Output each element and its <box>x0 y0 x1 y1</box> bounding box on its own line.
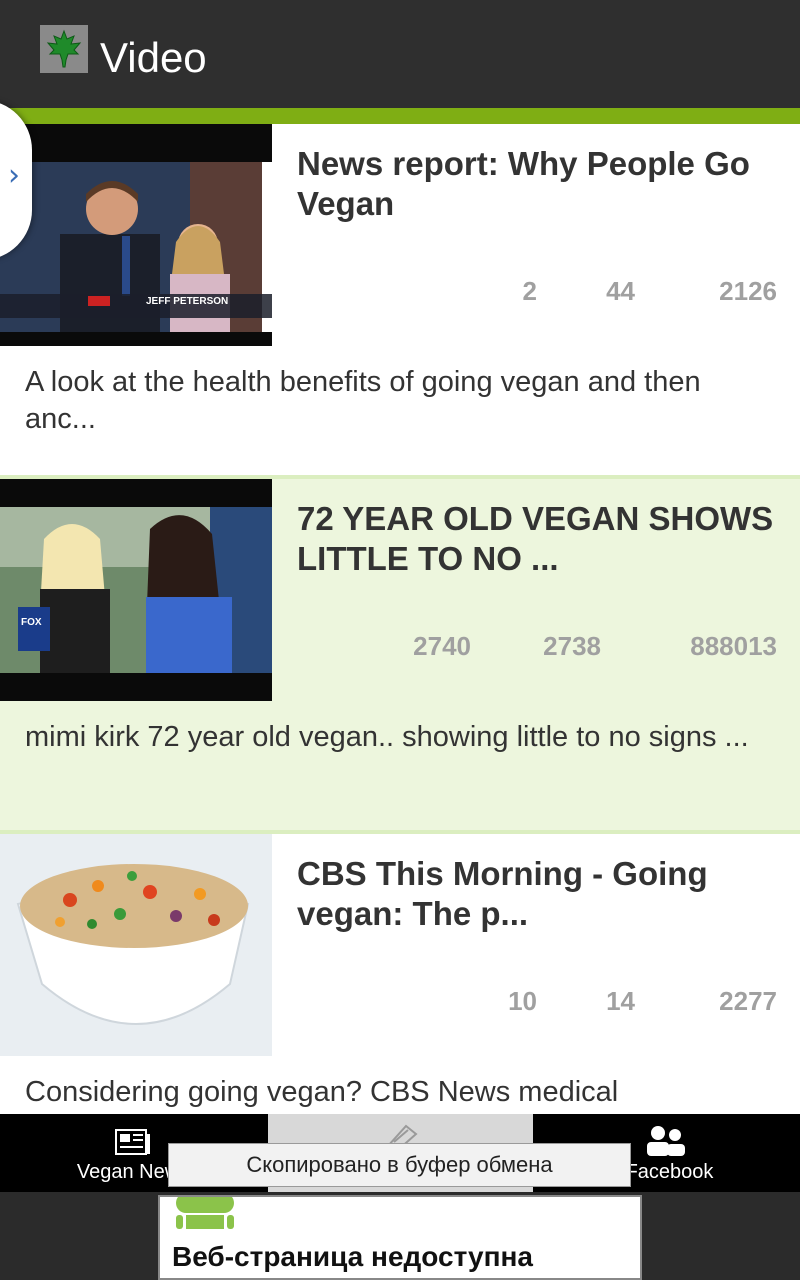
page-title: Video <box>100 34 207 81</box>
video-stats: 10 14 2277 <box>297 986 777 1026</box>
stat-value: 2738 <box>543 631 601 661</box>
toast-message: Скопировано в буфер обмена <box>168 1143 631 1187</box>
video-stats: 2740 2738 888013 <box>297 631 777 671</box>
people-icon <box>647 1126 685 1156</box>
video-item[interactable]: FOX 72 YEAR OLD VEGAN SHOWS LITTLE TO NO… <box>0 479 800 830</box>
stat-value: 2126 <box>719 276 777 306</box>
maple-leaf-icon[interactable] <box>40 25 88 73</box>
video-item[interactable]: JEFF PETERSON News report: Why People Go… <box>0 124 800 475</box>
stat-value: 14 <box>606 986 635 1016</box>
stat-value: 44 <box>606 276 635 306</box>
video-description: A look at the health benefits of going v… <box>25 366 701 435</box>
video-stats: 2 44 2126 <box>297 276 777 316</box>
video-title[interactable]: CBS This Morning - Going vegan: The p... <box>297 854 777 934</box>
video-thumbnail[interactable] <box>0 834 272 1056</box>
accent-strip <box>0 108 800 124</box>
video-thumbnail[interactable]: FOX <box>0 479 272 701</box>
video-description: Considering going vegan? CBS News medica… <box>25 1076 619 1108</box>
stat-value: 2 <box>522 276 537 306</box>
video-list[interactable]: JEFF PETERSON News report: Why People Go… <box>0 124 800 1114</box>
stat-value: 888013 <box>690 631 777 661</box>
action-bar: Video <box>0 0 800 108</box>
newspaper-icon <box>115 1129 150 1155</box>
thumbnail-caption: FOX <box>21 617 42 628</box>
stat-value: 2740 <box>413 631 471 661</box>
video-title[interactable]: News report: Why People Go Vegan <box>297 144 777 224</box>
video-item[interactable]: CBS This Morning - Going vegan: The p...… <box>0 834 800 1114</box>
thumbnail-caption: JEFF PETERSON <box>146 296 228 307</box>
web-error-card[interactable]: Веб-страница недоступна <box>158 1195 642 1280</box>
chevron-right-icon: › <box>8 158 20 193</box>
video-thumbnail[interactable]: JEFF PETERSON <box>0 124 272 346</box>
stat-value: 10 <box>508 986 537 1016</box>
android-icon <box>176 1197 234 1229</box>
web-error-title: Веб-страница недоступна <box>172 1241 533 1272</box>
stat-value: 2277 <box>719 986 777 1016</box>
video-title[interactable]: 72 YEAR OLD VEGAN SHOWS LITTLE TO NO ... <box>297 499 777 579</box>
video-description: mimi kirk 72 year old vegan.. showing li… <box>25 721 749 753</box>
